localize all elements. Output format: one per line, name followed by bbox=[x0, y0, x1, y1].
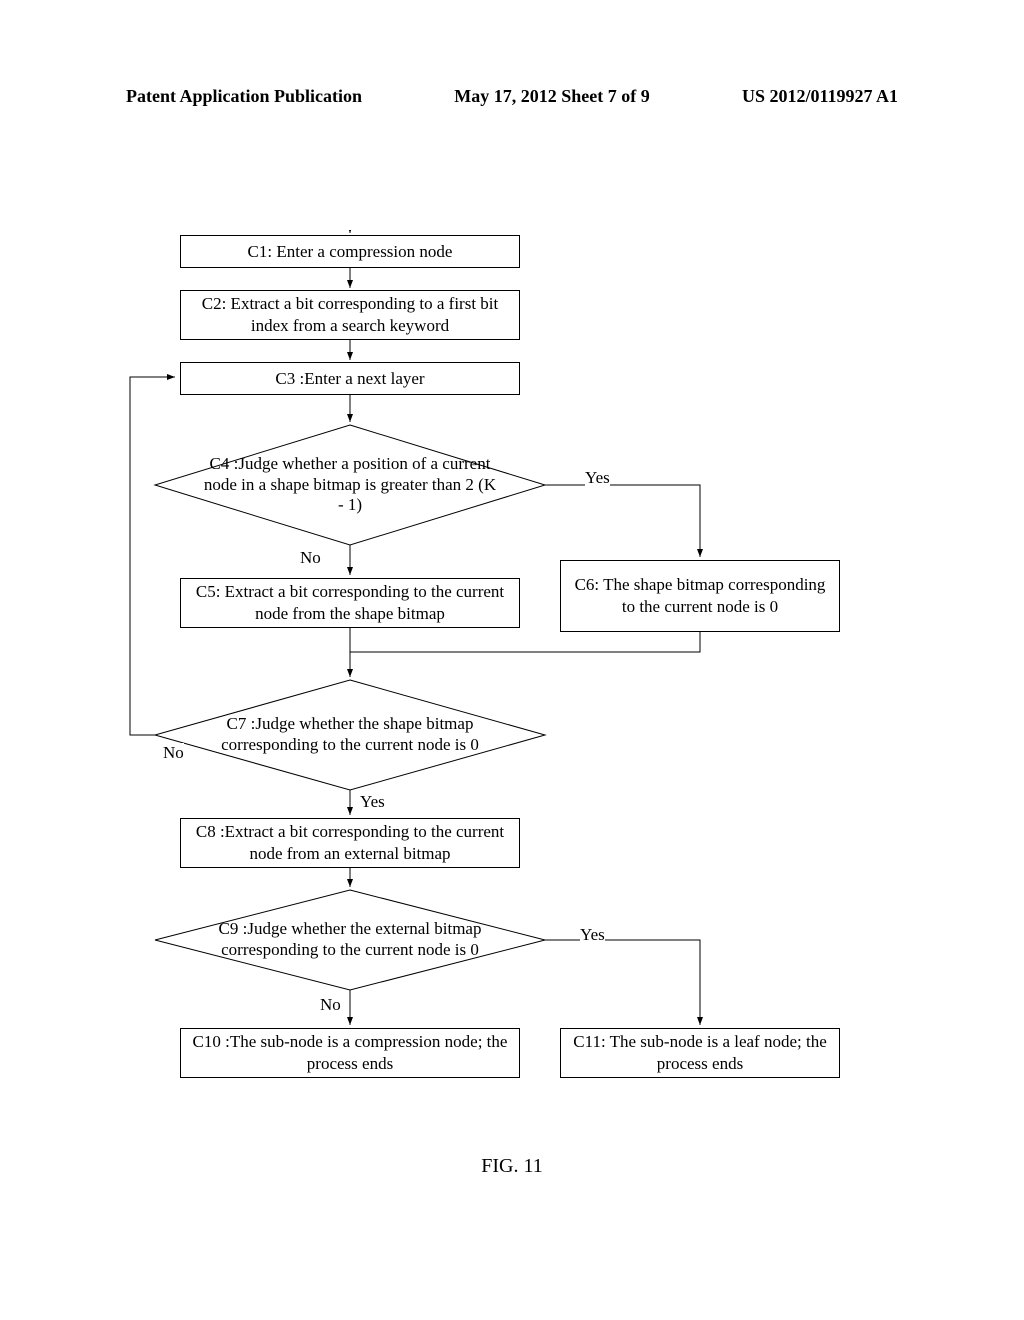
decision-c4-text: C4 :Judge whether a position of a curren… bbox=[155, 454, 545, 516]
label-c9-yes: Yes bbox=[580, 925, 605, 945]
step-c6-text: C6: The shape bitmap corresponding to th… bbox=[567, 574, 833, 618]
label-c7-yes: Yes bbox=[360, 792, 385, 812]
label-c9-no: No bbox=[320, 995, 341, 1015]
step-c8-text: C8 :Extract a bit corresponding to the c… bbox=[187, 821, 513, 865]
step-c10-text: C10 :The sub-node is a compression node;… bbox=[187, 1031, 513, 1075]
step-c2-text: C2: Extract a bit corresponding to a fir… bbox=[187, 293, 513, 337]
figure-caption: FIG. 11 bbox=[0, 1155, 1024, 1178]
decision-c9-text: C9 :Judge whether the external bitmap co… bbox=[155, 919, 545, 960]
page-header: Patent Application Publication May 17, 2… bbox=[0, 86, 1024, 107]
header-center: May 17, 2012 Sheet 7 of 9 bbox=[454, 86, 649, 107]
header-right: US 2012/0119927 A1 bbox=[742, 86, 898, 107]
step-c5-text: C5: Extract a bit corresponding to the c… bbox=[187, 581, 513, 625]
step-c10: C10 :The sub-node is a compression node;… bbox=[180, 1028, 520, 1078]
label-c4-no: No bbox=[300, 548, 321, 568]
flowchart: C1: Enter a compression node C2: Extract… bbox=[0, 230, 1024, 1170]
step-c11-text: C11: The sub-node is a leaf node; the pr… bbox=[567, 1031, 833, 1075]
step-c5: C5: Extract a bit corresponding to the c… bbox=[180, 578, 520, 628]
step-c1-text: C1: Enter a compression node bbox=[248, 241, 453, 263]
decision-c9: C9 :Judge whether the external bitmap co… bbox=[155, 890, 545, 990]
step-c3-text: C3 :Enter a next layer bbox=[275, 368, 424, 390]
step-c6: C6: The shape bitmap corresponding to th… bbox=[560, 560, 840, 632]
decision-c7-text: C7 :Judge whether the shape bitmap corre… bbox=[155, 714, 545, 755]
step-c8: C8 :Extract a bit corresponding to the c… bbox=[180, 818, 520, 868]
label-c7-no: No bbox=[163, 743, 184, 763]
step-c2: C2: Extract a bit corresponding to a fir… bbox=[180, 290, 520, 340]
decision-c7: C7 :Judge whether the shape bitmap corre… bbox=[155, 680, 545, 790]
header-left: Patent Application Publication bbox=[126, 86, 362, 107]
step-c1: C1: Enter a compression node bbox=[180, 235, 520, 268]
label-c4-yes: Yes bbox=[585, 468, 610, 488]
step-c11: C11: The sub-node is a leaf node; the pr… bbox=[560, 1028, 840, 1078]
decision-c4: C4 :Judge whether a position of a curren… bbox=[155, 425, 545, 545]
step-c3: C3 :Enter a next layer bbox=[180, 362, 520, 395]
